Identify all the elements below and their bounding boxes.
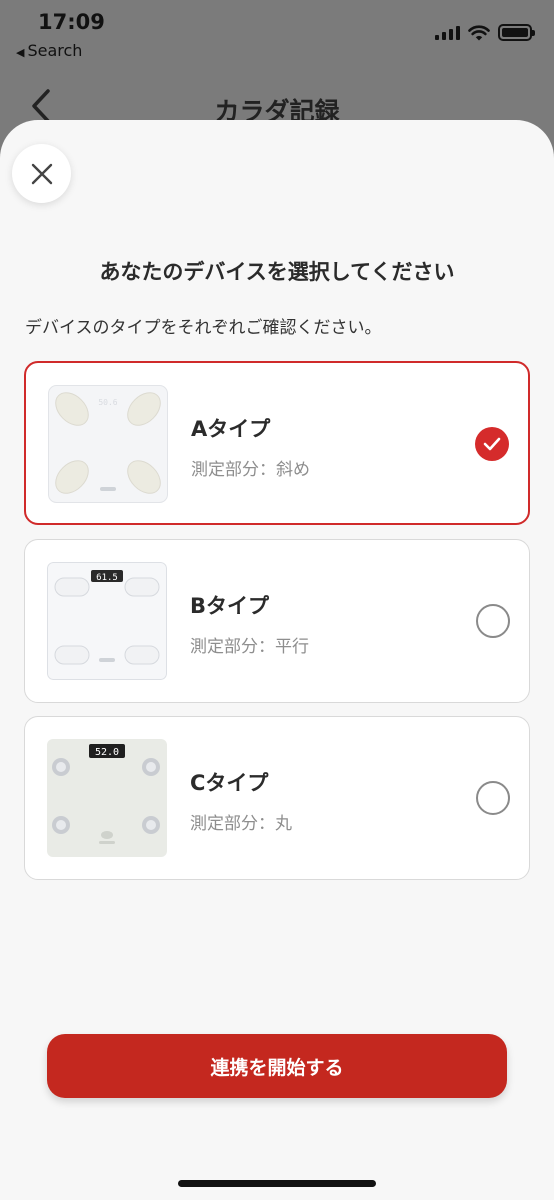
check-icon [483, 437, 501, 451]
device-select-sheet: あなたのデバイスを選択してください デバイスのタイプをそれぞれご確認ください。 … [0, 120, 554, 1200]
status-icons [435, 24, 535, 41]
device-c-radio[interactable] [476, 781, 510, 815]
status-bar: 17:09 ◀ Search [0, 0, 554, 64]
device-b-display: 61.5 [96, 573, 118, 583]
device-c-measure: 測定部分：丸 [190, 814, 292, 834]
start-link-button[interactable]: 連携を開始する [47, 1034, 507, 1098]
wifi-icon [468, 25, 490, 40]
home-indicator [178, 1180, 376, 1187]
cellular-signal-icon [435, 25, 460, 40]
device-a-name: Aタイプ [191, 417, 271, 441]
close-button[interactable] [12, 144, 71, 203]
sheet-description: デバイスのタイプをそれぞれご確認ください。 [25, 318, 382, 338]
device-b-image: 61.5 [47, 562, 167, 680]
sheet-title: あなたのデバイスを選択してください [99, 260, 455, 284]
device-c-image: 52.0 [47, 739, 167, 857]
device-b-name: Bタイプ [190, 594, 270, 618]
device-c-name: Cタイプ [190, 771, 269, 795]
battery-icon [498, 24, 535, 41]
back-triangle-icon: ◀ [16, 46, 25, 59]
device-card-a[interactable]: 50.6 Aタイプ 測定部分：斜め [24, 361, 530, 525]
device-a-image: 50.6 [48, 385, 168, 503]
device-c-display: 52.0 [95, 747, 119, 758]
device-a-measure: 測定部分：斜め [191, 460, 310, 480]
device-card-b[interactable]: 61.5 Bタイプ 測定部分：平行 [24, 539, 530, 703]
device-a-display: 50.6 [98, 398, 117, 407]
status-time: 17:09 [38, 10, 105, 34]
close-icon [31, 163, 52, 184]
device-card-c[interactable]: 52.0 Cタイプ 測定部分：丸 [24, 716, 530, 880]
status-back-link[interactable]: ◀ Search [16, 41, 82, 60]
device-b-radio[interactable] [476, 604, 510, 638]
device-b-measure: 測定部分：平行 [190, 637, 309, 657]
device-a-radio[interactable] [475, 427, 509, 461]
status-back-label: Search [27, 41, 83, 60]
